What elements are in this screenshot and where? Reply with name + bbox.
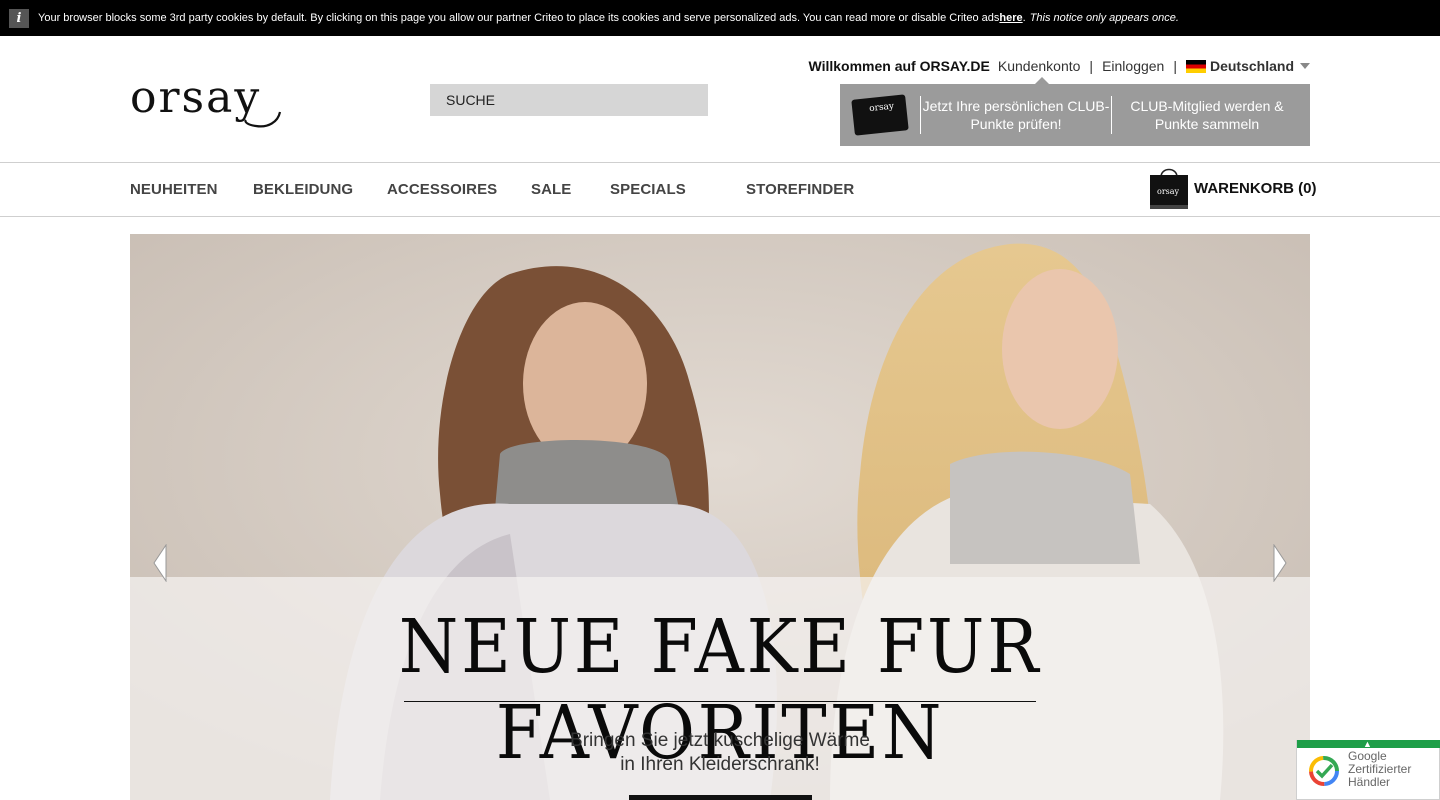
separator: |: [1089, 58, 1094, 74]
nav-item-bekleidung[interactable]: BEKLEIDUNG: [253, 181, 353, 198]
bag-logo-text: orsay: [1157, 187, 1180, 196]
orsay-logo[interactable]: orsay: [130, 72, 322, 130]
nav-item-storefinder[interactable]: STOREFINDER: [746, 181, 854, 198]
club-points-link[interactable]: Jetzt Ihre persönlichen CLUB-Punkte prüf…: [921, 97, 1111, 133]
account-links: Willkommen auf ORSAY.DE Kundenkonto | Ei…: [808, 57, 1310, 75]
google-certified-icon: [1307, 754, 1341, 788]
nav-item-specials[interactable]: SPECIALS: [610, 181, 686, 198]
nav-item-neuheiten[interactable]: NEUHEITEN: [130, 181, 218, 198]
country-label: Deutschland: [1209, 58, 1294, 74]
google-certified-badge[interactable]: ▲ Google Zertifizierter Händler: [1296, 739, 1440, 800]
welcome-text: Willkommen auf ORSAY.DE: [808, 58, 990, 74]
separator: |: [1173, 58, 1177, 74]
hero-subline: Bringen Sie jetzt kuschelige Wärme in Ih…: [130, 729, 1310, 777]
cookie-notice-link[interactable]: here: [999, 12, 1022, 24]
caret-down-icon: [1300, 63, 1310, 69]
nav-item-accessoires[interactable]: ACCESSOIRES: [387, 181, 497, 198]
orsay-logo-text: orsay: [130, 78, 261, 123]
carousel-prev-arrow-icon[interactable]: [152, 543, 168, 583]
cookie-notice-bar: i Your browser blocks some 3rd party coo…: [0, 0, 1440, 36]
club-box-pointer: [1035, 77, 1049, 84]
cookie-notice-note: This notice only appears once.: [1029, 12, 1179, 24]
hero-subline-2: in Ihren Kleiderschrank!: [620, 754, 820, 775]
badge-text: Google Zertifizierter Händler: [1348, 750, 1411, 789]
info-icon: i: [9, 8, 29, 28]
chevron-up-icon[interactable]: ▲: [1363, 739, 1372, 749]
hero-cta-button[interactable]: [629, 795, 812, 800]
club-banner: orsay Jetzt Ihre persönlichen CLUB-Punkt…: [840, 84, 1310, 146]
cookie-notice-period: .: [1022, 12, 1026, 24]
hero-divider: [404, 701, 1036, 702]
cart-label: WARENKORB (0): [1194, 179, 1317, 197]
nav-item-sale[interactable]: SALE: [531, 181, 571, 198]
germany-flag-icon: [1185, 59, 1206, 73]
carousel-next-arrow-icon[interactable]: [1272, 543, 1288, 583]
cart-link[interactable]: orsay WARENKORB (0): [1148, 165, 1317, 211]
account-link[interactable]: Kundenkonto: [998, 58, 1081, 74]
hero-subline-1: Bringen Sie jetzt kuschelige Wärme: [570, 730, 870, 751]
hero-banner[interactable]: NEUE FAKE FUR FAVORITEN Bringen Sie jetz…: [130, 234, 1310, 800]
club-card-icon: orsay: [850, 92, 910, 138]
country-selector[interactable]: Deutschland: [1185, 58, 1310, 74]
club-join-link[interactable]: CLUB-Mitglied werden & Punkte sammeln: [1112, 97, 1302, 133]
shopping-bag-icon: orsay: [1148, 165, 1190, 211]
login-link[interactable]: Einloggen: [1102, 58, 1164, 74]
badge-line-3: Händler: [1348, 775, 1391, 789]
search-input[interactable]: [430, 84, 708, 116]
cookie-notice-text: Your browser blocks some 3rd party cooki…: [38, 12, 1000, 24]
